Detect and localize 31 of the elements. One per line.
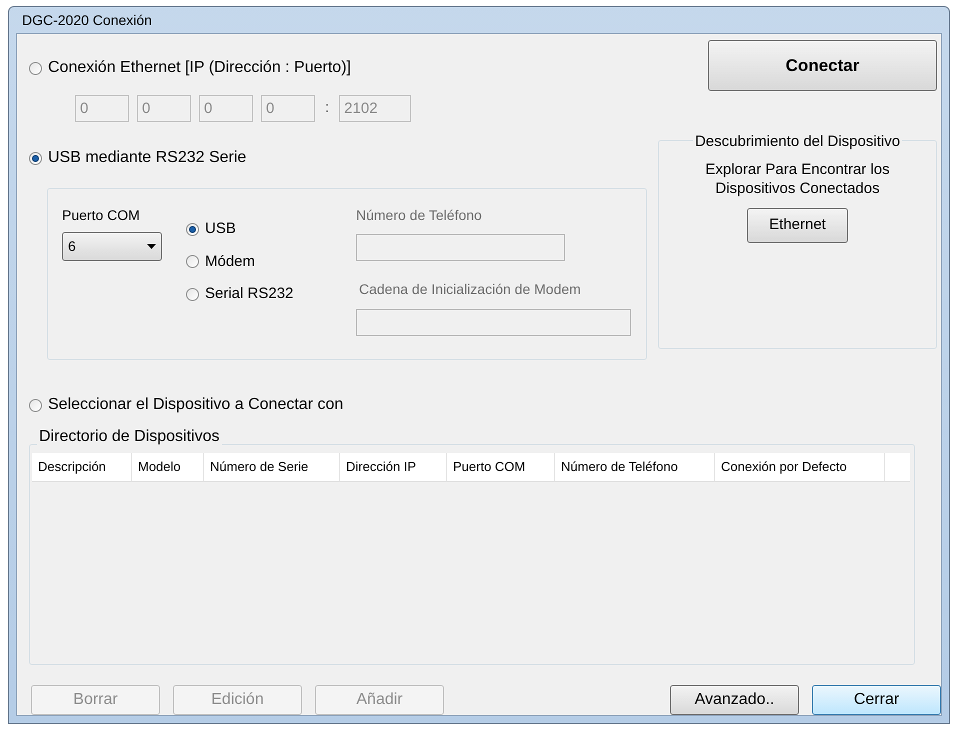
discovery-description: Explorar Para Encontrar los Dispositivos Conectados [704, 160, 891, 198]
connect-button[interactable]: Conectar [708, 40, 937, 91]
ethernet-option-label: Conexión Ethernet [IP (Dirección : Puerto)] [48, 58, 351, 78]
ethernet-scan-button[interactable]: Ethernet [747, 208, 848, 242]
column-header[interactable]: Dirección IP [340, 453, 447, 481]
column-header[interactable]: Número de Serie [204, 453, 340, 481]
dialog-button[interactable]: Avanzado.. [670, 685, 799, 715]
radio-button[interactable] [186, 255, 199, 268]
column-header[interactable]: Puerto COM [447, 453, 555, 481]
radio-button[interactable] [186, 222, 199, 236]
phone-number-label: Número de Teléfono [356, 206, 483, 225]
column-header[interactable]: Número de Teléfono [555, 453, 715, 481]
column-header[interactable]: Descripción [32, 453, 132, 481]
usb-option-label: USB mediante RS232 Serie [48, 148, 246, 168]
column-header[interactable]: Conexión por Defecto [715, 453, 885, 481]
port-separator: : [325, 98, 330, 118]
mode-option-label: USB [205, 219, 236, 239]
dropdown-arrow-icon [147, 244, 156, 249]
dialog-button[interactable]: Cerrar [812, 685, 941, 715]
init-string-label: Cadena de Inicialización de Modem [359, 280, 582, 299]
select-device-option-label: Seleccionar el Dispositivo a Conectar con [48, 395, 344, 415]
directory-title: Directorio de Dispositivos [37, 428, 222, 445]
radio-button[interactable] [29, 152, 42, 164]
mode-option-label: Serial RS232 [205, 284, 294, 304]
com-port-dropdown[interactable]: 6 [62, 232, 162, 261]
window-title: DGC-2020 Conexión [22, 10, 152, 30]
radio-button[interactable] [29, 398, 42, 412]
com-port-label: Puerto COM [62, 206, 141, 225]
column-header[interactable]: Modelo [132, 453, 204, 481]
mode-option-label: Módem [205, 252, 256, 272]
radio-button[interactable] [186, 288, 199, 301]
